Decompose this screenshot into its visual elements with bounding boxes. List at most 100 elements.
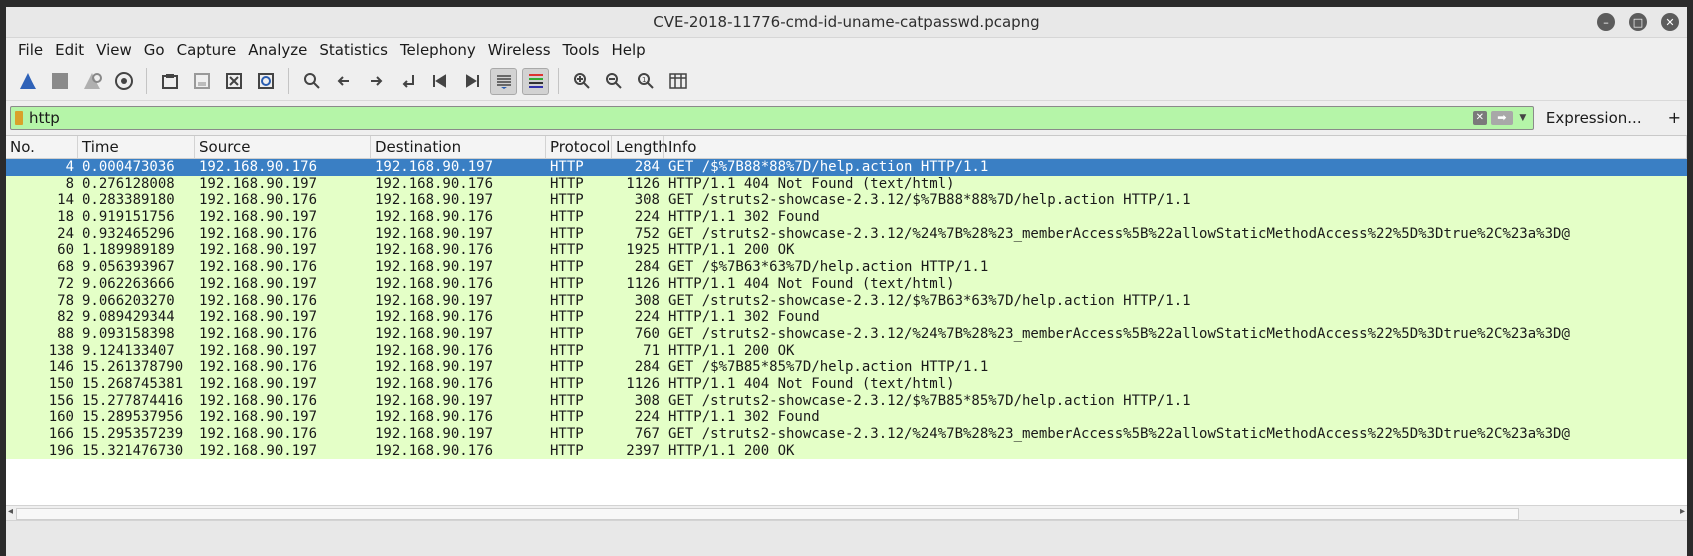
scroll-right-icon[interactable]: ▸ [1680, 506, 1685, 517]
display-filter-field[interactable]: ✕ ➡ ▼ [10, 105, 1534, 130]
packet-row[interactable]: 78 9.066203270 192.168.90.176 192.168.90.19… [6, 292, 1687, 310]
packet-row[interactable]: 166 15.295357239 192.168.90.176 192.168.90.… [6, 426, 1687, 443]
packet-protocol: HTTP [550, 325, 584, 342]
apply-filter-arrow-icon[interactable]: ➡ [1490, 110, 1513, 125]
column-header-no[interactable]: No. [6, 136, 78, 158]
filter-bookmark-icon[interactable] [15, 110, 23, 125]
packet-row[interactable]: 138 9.124133407 192.168.90.197 192.168.90.1… [6, 342, 1687, 360]
packet-number: 18 [57, 209, 74, 226]
capture-options-gear-icon[interactable] [110, 68, 137, 95]
column-header-time[interactable]: Time [78, 136, 195, 158]
packet-info: GET /$%7B63*63%7D/help.action HTTP/1.1 [668, 259, 989, 276]
packet-row[interactable]: 72 9.062263666 192.168.90.197 192.168.90.17… [6, 275, 1687, 293]
packet-row[interactable]: 196 15.321476730 192.168.90.197 192.168.90.… [6, 442, 1687, 460]
packet-row[interactable]: 14 0.283389180 192.168.90.176 192.168.90.19… [6, 192, 1687, 210]
go-last-packet-icon[interactable] [458, 68, 485, 95]
packet-row[interactable]: 8 0.276128008 192.168.90.197 192.168.90.176… [6, 175, 1687, 193]
packet-row[interactable]: 68 9.056393967 192.168.90.176 192.168.90.19… [6, 259, 1687, 276]
colorize-packet-list-icon[interactable] [522, 67, 549, 95]
packet-info: HTTP/1.1 200 OK [668, 342, 795, 359]
close-icon[interactable]: ✕ [1661, 13, 1679, 31]
packet-number: 138 [48, 342, 74, 359]
packet-destination: 192.168.90.197 [375, 426, 494, 442]
packet-length: 71 [643, 342, 660, 359]
packet-source: 192.168.90.197 [199, 309, 318, 326]
packet-row[interactable]: 60 1.189989189 192.168.90.197 192.168.90.17… [6, 242, 1687, 260]
packet-row[interactable]: 146 15.261378790 192.168.90.176 192.168.90.… [6, 359, 1687, 376]
packet-row[interactable]: 150 15.268745381 192.168.90.197 192.168.90.… [6, 375, 1687, 393]
packet-destination: 192.168.90.176 [375, 375, 494, 392]
packet-length: 2397 [626, 442, 660, 459]
packet-length: 224 [634, 209, 660, 226]
reload-file-icon[interactable] [252, 68, 279, 95]
title-bar: CVE-2018-11776-cmd-id-uname-catpasswd.pc… [6, 7, 1687, 38]
packet-number: 60 [57, 242, 74, 259]
restart-capture-icon[interactable] [78, 68, 105, 95]
packet-row[interactable]: 4 0.000473036 192.168.90.176 192.168.90.197… [6, 159, 1687, 176]
add-filter-button[interactable]: + [1668, 108, 1681, 127]
packet-time: 15.289537956 [82, 409, 184, 426]
menu-telephony[interactable]: Telephony [400, 41, 476, 59]
menu-go[interactable]: Go [144, 41, 165, 59]
go-back-icon[interactable] [330, 68, 357, 95]
auto-scroll-icon[interactable] [490, 67, 517, 95]
menu-help[interactable]: Help [611, 41, 645, 59]
expression-button[interactable]: Expression... [1546, 109, 1642, 127]
column-header-length[interactable]: Length [612, 136, 668, 158]
packet-row[interactable]: 18 0.919151756 192.168.90.197 192.168.90.17… [6, 209, 1687, 226]
zoom-in-icon[interactable] [568, 68, 595, 95]
stop-capture-icon[interactable] [46, 68, 73, 95]
menu-view[interactable]: View [96, 41, 132, 59]
column-header-protocol[interactable]: Protocol [546, 136, 612, 158]
menu-capture[interactable]: Capture [177, 41, 237, 59]
menu-file[interactable]: File [18, 41, 43, 59]
minimize-icon[interactable]: – [1597, 13, 1615, 31]
packet-info: GET /struts2-showcase-2.3.12/$%7B63*63%7… [668, 292, 1191, 309]
packet-row[interactable]: 24 0.932465296 192.168.90.176 192.168.90.19… [6, 225, 1687, 243]
packet-length: 1126 [626, 175, 660, 192]
column-header-info[interactable]: Info [664, 136, 1687, 158]
horizontal-scrollbar[interactable]: ◂ ▸ [6, 505, 1687, 520]
packet-time: 15.268745381 [82, 375, 184, 392]
wireshark-window: CVE-2018-11776-cmd-id-uname-catpasswd.pc… [6, 7, 1687, 556]
save-file-icon[interactable] [188, 68, 215, 95]
go-to-packet-icon[interactable] [394, 68, 421, 95]
packet-protocol: HTTP [550, 309, 584, 326]
packet-row[interactable]: 156 15.277874416 192.168.90.176 192.168.90.… [6, 392, 1687, 410]
packet-time: 15.295357239 [82, 426, 184, 442]
maximize-icon[interactable]: □ [1629, 13, 1647, 31]
packet-row[interactable]: 82 9.089429344 192.168.90.197 192.168.90.17… [6, 309, 1687, 326]
close-file-icon[interactable] [220, 68, 247, 95]
menu-edit[interactable]: Edit [55, 41, 84, 59]
packet-time: 0.919151756 [82, 209, 175, 226]
scrollbar-thumb[interactable] [16, 508, 1519, 520]
filter-history-chevron-down-icon[interactable]: ▼ [1517, 113, 1529, 123]
packet-destination: 192.168.90.176 [375, 442, 494, 459]
packet-protocol: HTTP [550, 275, 584, 292]
scroll-left-icon[interactable]: ◂ [8, 506, 13, 517]
packet-info: GET /struts2-showcase-2.3.12/$%7B85*85%7… [668, 392, 1191, 409]
packet-row[interactable]: 88 9.093158398 192.168.90.176 192.168.90.19… [6, 325, 1687, 343]
packet-source: 192.168.90.176 [199, 325, 318, 342]
column-header-destination[interactable]: Destination [371, 136, 546, 158]
packet-number: 196 [48, 442, 74, 459]
menu-wireless[interactable]: Wireless [488, 41, 551, 59]
go-first-packet-icon[interactable] [426, 68, 453, 95]
packet-row[interactable]: 160 15.289537956 192.168.90.197 192.168.90.… [6, 409, 1687, 426]
packet-time: 9.093158398 [82, 325, 175, 342]
normal-size-icon[interactable]: 1 [632, 68, 659, 95]
menu-tools[interactable]: Tools [563, 41, 600, 59]
shark-fin-start-icon[interactable] [14, 68, 41, 95]
open-file-icon[interactable] [156, 68, 183, 95]
clear-filter-icon[interactable]: ✕ [1472, 110, 1487, 125]
zoom-out-icon[interactable] [600, 68, 627, 95]
packet-destination: 192.168.90.197 [375, 292, 494, 309]
display-filter-input[interactable] [29, 108, 1473, 127]
menu-analyze[interactable]: Analyze [248, 41, 307, 59]
packet-info: HTTP/1.1 302 Found [668, 309, 820, 326]
find-packet-search-icon[interactable] [298, 68, 325, 95]
go-forward-icon[interactable] [362, 68, 389, 95]
menu-statistics[interactable]: Statistics [319, 41, 388, 59]
resize-columns-icon[interactable] [664, 68, 691, 95]
column-header-source[interactable]: Source [195, 136, 371, 158]
